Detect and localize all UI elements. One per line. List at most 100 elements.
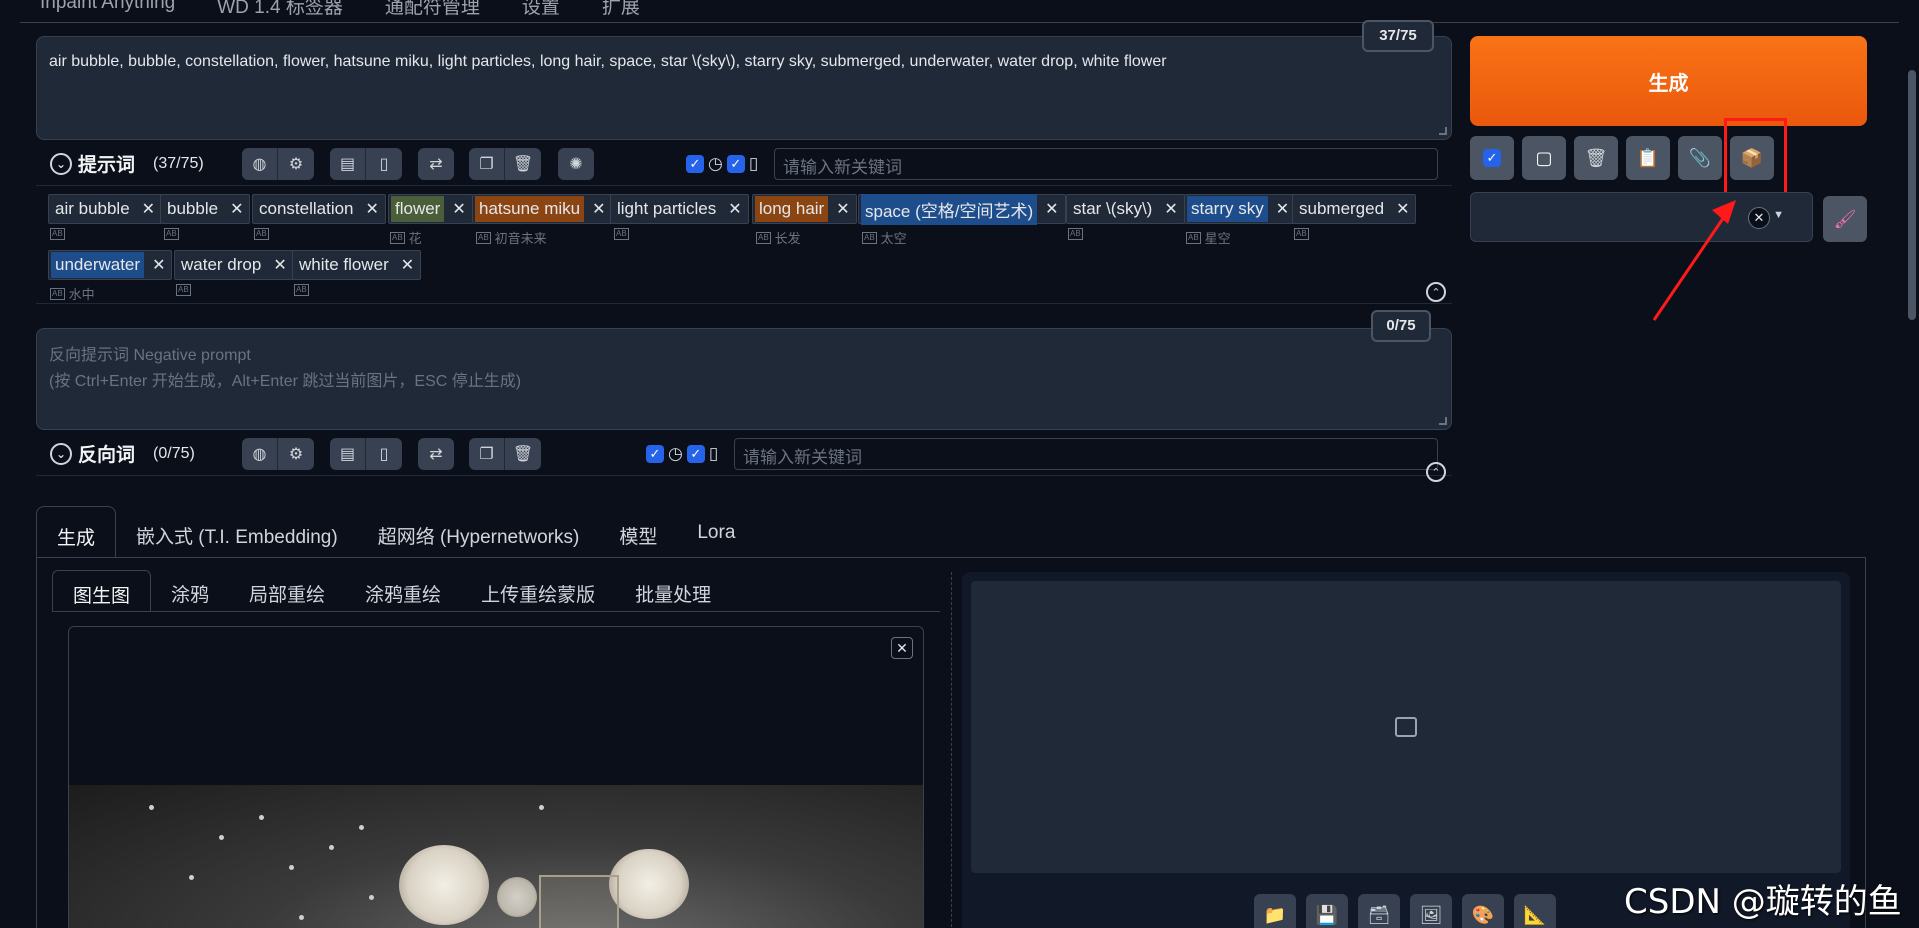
tag-space[interactable]: space (空格/空间艺术) ✕	[858, 193, 1066, 225]
tab-img2img[interactable]: 图生图	[52, 570, 152, 612]
close-icon[interactable]: ✕	[366, 199, 379, 219]
tag-white-flower[interactable]: white flower ✕	[292, 250, 422, 280]
tag-submerged[interactable]: submerged ✕	[1292, 194, 1417, 224]
paperclip-tool-button[interactable]: 📎	[1678, 136, 1722, 180]
clipboard-tool-button[interactable]: 📋	[1626, 136, 1670, 180]
translate-icon[interactable]: ⇄	[418, 148, 454, 180]
close-icon[interactable]: ✕	[592, 199, 605, 219]
scrollbar-thumb[interactable]	[1908, 70, 1916, 320]
tab-models[interactable]: 模型	[599, 506, 677, 558]
bookmark-icon[interactable]: ▯	[366, 148, 402, 180]
tab-inpaint-sketch[interactable]: 涂鸦重绘	[345, 570, 461, 612]
tab-wd-tagger[interactable]: WD 1.4 标签器	[217, 0, 343, 19]
translate-icon[interactable]: ⇄	[418, 438, 454, 470]
tag-flower[interactable]: flower ✕	[388, 194, 473, 224]
styles-dropdown[interactable]: ✕ ▼	[1470, 192, 1813, 242]
tab-settings[interactable]: 设置	[522, 0, 560, 19]
tag-air-bubble[interactable]: air bubble ✕	[48, 194, 163, 224]
dropdown-arrow-icon[interactable]: ▼	[1773, 209, 1784, 221]
prompt-title[interactable]: ⌄ 提示词 (37/75)	[50, 150, 204, 177]
tab-sketch[interactable]: 涂鸦	[151, 570, 229, 612]
tab-inpaint[interactable]: 局部重绘	[229, 570, 345, 612]
tab-generate[interactable]: 生成	[36, 506, 117, 558]
paperclip-icon: 📎	[1688, 147, 1712, 168]
bookmark-icon[interactable]: ▯	[366, 438, 402, 470]
open-folder-button[interactable]: 📁	[1254, 894, 1296, 928]
prompt-toolbar: ⌄ 提示词 (37/75) ◍ ⚙ ▤ ▯ ⇄ ❐ 🗑 ✺ ✓ ◷ ✓ ▯ 请输…	[36, 142, 1452, 186]
tab-wildcards[interactable]: 通配符管理	[385, 0, 480, 19]
prompt-textarea[interactable]: air bubble, bubble, constellation, flowe…	[36, 36, 1452, 140]
close-icon[interactable]: ✕	[142, 199, 155, 219]
globe-icon[interactable]: ◍	[242, 438, 278, 470]
tag-water-drop[interactable]: water drop ✕	[174, 250, 294, 280]
checkbox-icon[interactable]: ✓	[726, 155, 745, 173]
tag-bubble[interactable]: bubble ✕	[160, 194, 251, 224]
lang-btn-group: ◍ ⚙	[242, 438, 314, 470]
trash-tool-button[interactable]: 🗑	[1574, 136, 1618, 180]
close-icon[interactable]: ✕	[452, 199, 465, 219]
history-icon[interactable]: ▤	[330, 438, 366, 470]
close-icon[interactable]: ✕	[836, 199, 849, 219]
zip-button[interactable]: 🗃	[1358, 894, 1400, 928]
tab-batch[interactable]: 批量处理	[615, 570, 731, 612]
tag-underwater[interactable]: underwater ✕	[48, 250, 173, 280]
tab-extensions[interactable]: 扩展	[602, 0, 640, 19]
negative-prompt-textarea[interactable]: 反向提示词 Negative prompt (按 Ctrl+Enter 开始生成…	[36, 328, 1452, 430]
close-icon[interactable]: ✕	[1045, 199, 1058, 219]
translation-text: 星空	[1204, 231, 1231, 246]
gear-icon[interactable]: ⚙	[278, 438, 314, 470]
save-button[interactable]: 💾	[1306, 894, 1348, 928]
copy-icon[interactable]: ❐	[469, 148, 505, 180]
close-icon[interactable]: ✕	[401, 255, 414, 275]
tab-inpaint-anything[interactable]: Inpaint Anything	[40, 0, 175, 19]
scrollbar[interactable]	[1905, 0, 1919, 928]
close-icon[interactable]: ✕	[273, 255, 286, 275]
save-icon: 💾	[1315, 904, 1339, 925]
chevron-up-icon[interactable]: ⌃	[1426, 462, 1446, 482]
resize-handle[interactable]	[1439, 417, 1447, 425]
checkbox-tool-button[interactable]: ✓	[1470, 136, 1514, 180]
chevron-up-icon[interactable]: ⌃	[1426, 282, 1446, 302]
tab-hypernetworks[interactable]: 超网络 (Hypernetworks)	[358, 506, 600, 558]
close-icon[interactable]: ✕	[1276, 199, 1289, 219]
tag-hatsune-miku[interactable]: hatsune miku ✕	[472, 194, 613, 224]
tab-lora[interactable]: Lora	[677, 506, 755, 558]
tag-star-sky[interactable]: star \(sky\) ✕	[1066, 194, 1185, 224]
translate-icon: AB	[476, 231, 491, 244]
trash-icon[interactable]: 🗑	[505, 148, 541, 180]
send-to-img2img-button[interactable]: 🖼	[1410, 894, 1452, 928]
keyword-input[interactable]: 请输入新关键词	[774, 148, 1438, 180]
trash-icon[interactable]: 🗑	[505, 438, 541, 470]
close-icon[interactable]: ✕	[1164, 199, 1177, 219]
checkbox-icon[interactable]: ✓	[646, 445, 664, 463]
gear-icon[interactable]: ⚙	[278, 148, 314, 180]
tag-starry-sky[interactable]: starry sky ✕	[1184, 194, 1297, 224]
checkbox-icon[interactable]: ✓	[686, 155, 704, 173]
page-tool-button[interactable]: ▢	[1522, 136, 1566, 180]
close-icon[interactable]: ✕	[230, 199, 243, 219]
chatgpt-icon[interactable]: ✺	[558, 148, 594, 180]
copy-icon[interactable]: ❐	[469, 438, 505, 470]
tab-embedding[interactable]: 嵌入式 (T.I. Embedding)	[116, 506, 358, 558]
tag-long-hair[interactable]: long hair ✕	[752, 194, 857, 224]
input-image-frame[interactable]: ✕	[68, 626, 924, 928]
close-icon[interactable]: ✕	[1396, 199, 1409, 219]
close-icon[interactable]: ✕	[152, 255, 165, 275]
tag-light-particles[interactable]: light particles ✕	[610, 194, 749, 224]
checkbox-icon[interactable]: ✓	[686, 445, 705, 463]
globe-icon[interactable]: ◍	[242, 148, 278, 180]
tag-constellation[interactable]: constellation ✕	[252, 194, 386, 224]
resize-handle[interactable]	[1439, 127, 1447, 135]
input-image	[69, 785, 923, 928]
history-icon[interactable]: ▤	[330, 148, 366, 180]
clear-icon[interactable]: ✕	[1748, 207, 1770, 229]
generate-button[interactable]: 生成	[1470, 36, 1867, 126]
tab-inpaint-upload[interactable]: 上传重绘蒙版	[461, 570, 615, 612]
send-to-inpaint-button[interactable]: 🎨	[1462, 894, 1504, 928]
negative-title[interactable]: ⌄ 反向词 (0/75)	[50, 440, 195, 467]
close-icon[interactable]: ✕	[891, 637, 913, 659]
edit-styles-button[interactable]: 🖌	[1823, 196, 1867, 242]
keyword-input[interactable]: 请输入新关键词	[734, 438, 1438, 470]
send-to-extras-button[interactable]: 📐	[1514, 894, 1556, 928]
close-icon[interactable]: ✕	[728, 199, 741, 219]
